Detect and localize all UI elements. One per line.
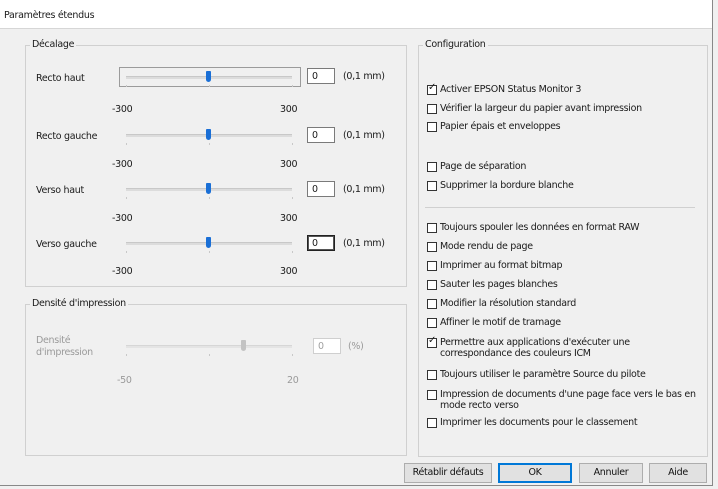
config-option-label: Toujours spouler les données en format R…	[440, 222, 640, 233]
config-option-refine-dither[interactable]: Affiner le motif de tramage	[427, 317, 561, 328]
extended-settings-window: Paramètres étendus Décalage Recto haut 0…	[0, 0, 713, 486]
checkbox[interactable]	[427, 318, 437, 328]
config-option-label: Page de séparation	[440, 161, 527, 172]
checkbox[interactable]: ✓	[427, 335, 437, 348]
config-option-label: Activer EPSON Status Monitor 3	[440, 84, 582, 95]
restore-defaults-button[interactable]: Rétablir défauts	[404, 463, 492, 483]
print-density-slider-thumb	[241, 340, 246, 351]
recto-left-max: 300	[280, 159, 298, 170]
checkbox[interactable]	[427, 162, 437, 172]
window-title: Paramètres étendus	[4, 10, 95, 21]
config-option-label: Impression de documents d'une page face …	[440, 389, 696, 411]
check-mark-icon: ✓	[428, 82, 437, 93]
config-option-label: Vérifier la largeur du papier avant impr…	[440, 103, 642, 114]
config-option-spool-raw[interactable]: Toujours spouler les données en format R…	[427, 222, 639, 233]
checkbox[interactable]	[427, 223, 437, 233]
verso-left-label: Verso gauche	[36, 239, 97, 250]
verso-left-unit: (0,1 mm)	[343, 238, 385, 249]
verso-top-unit: (0,1 mm)	[343, 184, 385, 195]
verso-top-max: 300	[280, 213, 298, 224]
print-density-slider-track	[126, 345, 292, 348]
offset-group-legend: Décalage	[30, 39, 77, 50]
config-option-label: Sauter les pages blanches	[440, 279, 558, 290]
print-density-input: 0	[313, 338, 341, 354]
recto-left-unit: (0,1 mm)	[343, 130, 385, 141]
config-option-label: Imprimer au format bitmap	[440, 260, 563, 271]
config-option-separator-page[interactable]: Page de séparation	[427, 161, 526, 172]
config-separator	[425, 207, 695, 208]
cancel-button[interactable]: Annuler	[579, 463, 643, 483]
config-option-print-bitmap[interactable]: Imprimer au format bitmap	[427, 260, 563, 271]
ok-button[interactable]: OK	[498, 463, 572, 483]
config-option-label: Mode rendu de page	[440, 241, 533, 252]
print-density-min: -50	[117, 375, 132, 386]
config-option-collate[interactable]: Imprimer les documents pour le classemen…	[427, 417, 638, 428]
config-option-remove-white-border[interactable]: Supprimer la bordure blanche	[427, 180, 574, 191]
configuration-group-legend: Configuration	[423, 39, 488, 50]
checkbox[interactable]	[427, 299, 437, 309]
print-density-label-line1: Densité	[36, 335, 71, 346]
config-option-page-render[interactable]: Mode rendu de page	[427, 241, 533, 252]
print-density-max: 20	[287, 375, 299, 386]
recto-top-unit: (0,1 mm)	[343, 71, 385, 82]
checkbox[interactable]	[427, 122, 437, 132]
print-density-label-line2: d'impression	[36, 347, 93, 358]
checkbox[interactable]	[427, 280, 437, 290]
print-density-unit: (%)	[348, 341, 364, 352]
recto-top-slider-thumb[interactable]	[206, 71, 211, 82]
config-option-thick-paper[interactable]: Papier épais et enveloppes	[427, 121, 561, 132]
config-option-face-down-duplex[interactable]: Impression de documents d'une page face …	[427, 389, 699, 411]
recto-top-input[interactable]: 0	[307, 68, 335, 84]
checkbox[interactable]	[427, 418, 437, 428]
config-option-label: Supprimer la bordure blanche	[440, 180, 574, 191]
checkbox[interactable]	[427, 181, 437, 191]
checkbox[interactable]	[427, 370, 437, 380]
config-option-label: Imprimer les documents pour le classemen…	[440, 417, 638, 428]
verso-left-slider-thumb[interactable]	[206, 237, 211, 248]
config-option-check-paper-width[interactable]: Vérifier la largeur du papier avant impr…	[427, 103, 642, 114]
verso-top-min: -300	[112, 213, 133, 224]
print-density-group-legend: Densité d'impression	[30, 298, 128, 309]
verso-top-input[interactable]: 0	[307, 181, 335, 197]
config-option-driver-source[interactable]: Toujours utiliser le paramètre Source du…	[427, 369, 646, 380]
config-option-label: Permettre aux applications d'exécuter un…	[440, 337, 630, 359]
recto-left-min: -300	[112, 159, 133, 170]
config-option-status-monitor[interactable]: ✓ Activer EPSON Status Monitor 3	[427, 82, 582, 95]
check-mark-icon: ✓	[428, 335, 437, 346]
help-button[interactable]: Aide	[649, 463, 707, 483]
checkbox[interactable]	[427, 242, 437, 252]
config-option-label: Affiner le motif de tramage	[440, 317, 561, 328]
recto-top-max: 300	[280, 104, 298, 115]
checkbox[interactable]	[427, 261, 437, 271]
verso-top-slider-thumb[interactable]	[206, 183, 211, 194]
recto-left-label: Recto gauche	[36, 131, 98, 142]
verso-left-input[interactable]: 0	[307, 235, 335, 251]
recto-left-input[interactable]: 0	[307, 127, 335, 143]
recto-top-min: -300	[112, 104, 133, 115]
verso-left-max: 300	[280, 266, 298, 277]
config-option-change-resolution[interactable]: Modifier la résolution standard	[427, 298, 576, 309]
config-option-label: Toujours utiliser le paramètre Source du…	[440, 369, 646, 380]
verso-left-min: -300	[112, 266, 133, 277]
config-option-label: Papier épais et enveloppes	[440, 121, 561, 132]
title-bar: Paramètres étendus	[0, 0, 712, 29]
checkbox[interactable]	[427, 390, 437, 400]
config-option-icm-matching[interactable]: ✓ Permettre aux applications d'exécuter …	[427, 335, 687, 359]
checkbox[interactable]: ✓	[427, 82, 437, 95]
verso-top-label: Verso haut	[36, 185, 84, 196]
config-option-label: Modifier la résolution standard	[440, 298, 576, 309]
config-option-skip-blank-pages[interactable]: Sauter les pages blanches	[427, 279, 558, 290]
recto-top-label: Recto haut	[36, 73, 85, 84]
recto-left-slider-thumb[interactable]	[206, 129, 211, 140]
print-density-group	[25, 304, 407, 456]
checkbox[interactable]	[427, 104, 437, 114]
